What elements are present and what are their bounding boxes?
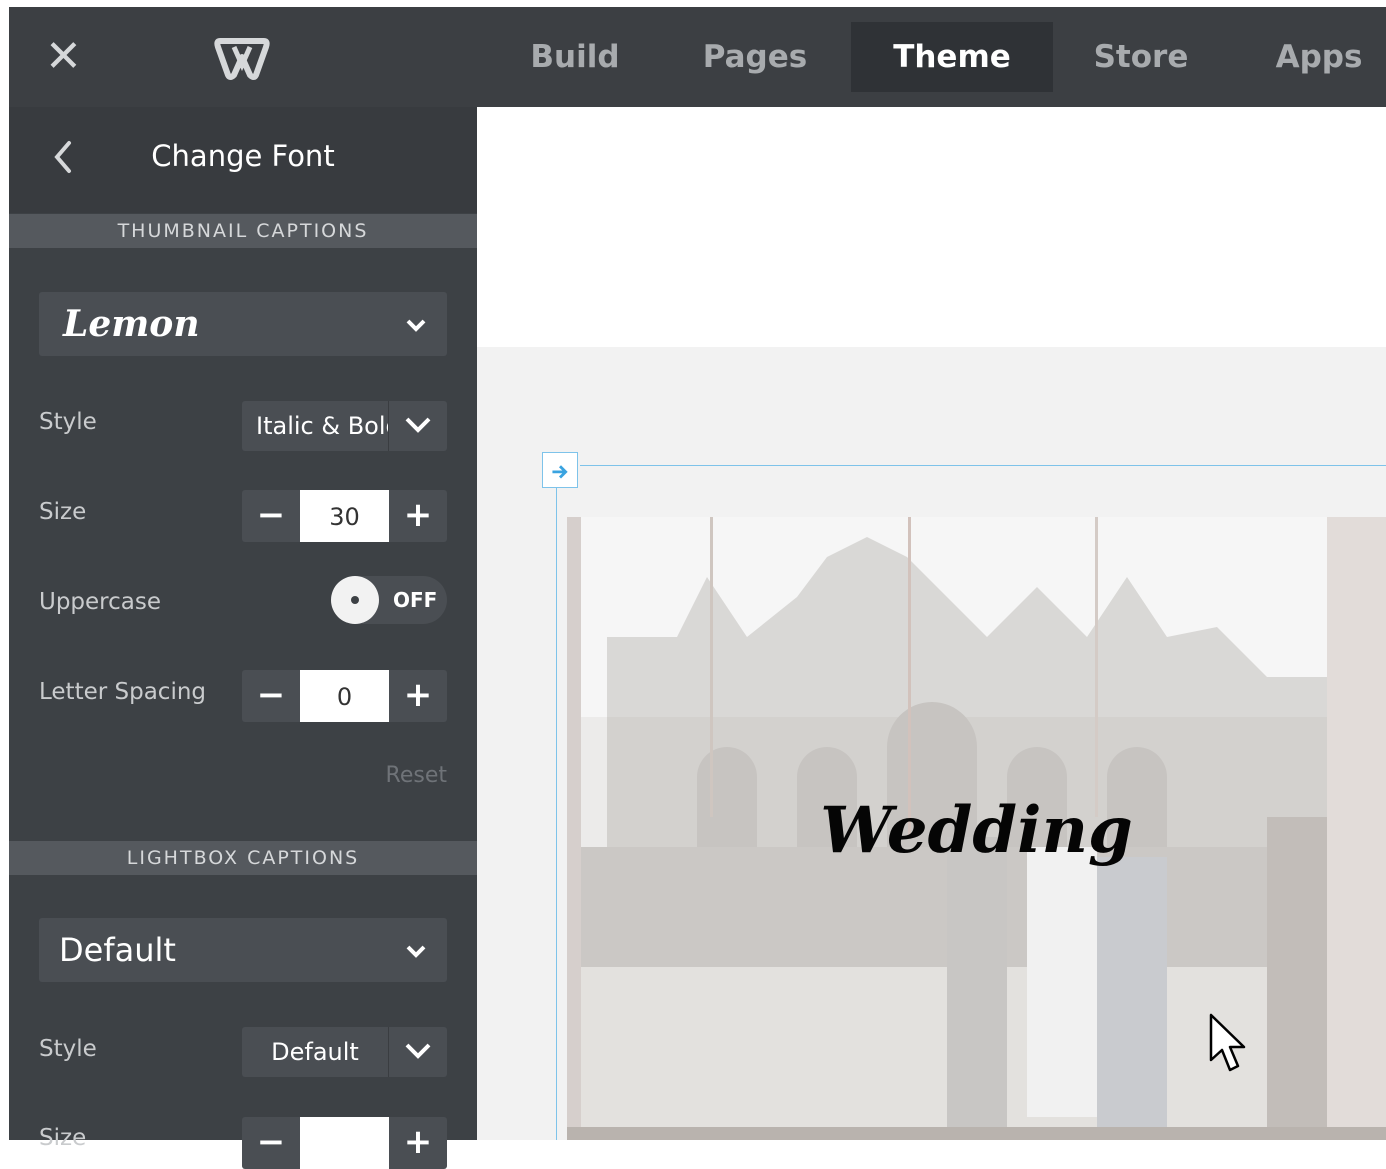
letter-spacing-input[interactable]: 0: [300, 670, 389, 722]
decrease-size-button[interactable]: −: [242, 490, 300, 542]
toggle-state: OFF: [393, 588, 438, 612]
mouse-cursor-icon: [1209, 1013, 1246, 1072]
size-input[interactable]: 30: [300, 490, 389, 542]
chevron-down-icon: [406, 945, 426, 958]
style-label: Style: [39, 409, 97, 435]
chevron-down-icon[interactable]: [388, 1027, 447, 1077]
font-select-value: Default: [59, 931, 176, 969]
top-navigation-bar: ✕ Build Pages Theme Store Apps: [9, 7, 1386, 107]
increase-size-button[interactable]: +: [389, 1117, 447, 1169]
increase-size-button[interactable]: +: [389, 490, 447, 542]
chevron-down-icon: [406, 319, 426, 332]
letter-spacing-stepper: − 0 +: [242, 670, 447, 722]
font-settings-sidebar: Change Font THUMBNAIL CAPTIONS Lemon Sty…: [9, 107, 477, 1169]
chevron-down-icon[interactable]: [388, 401, 447, 451]
lightbox-style-dropdown[interactable]: Default: [242, 1027, 447, 1077]
lightbox-size-stepper: − +: [242, 1117, 447, 1169]
decrease-spacing-button[interactable]: −: [242, 670, 300, 722]
selection-guide-vertical: [556, 488, 557, 1140]
main-tabs: Build Pages Theme Store Apps: [491, 7, 1386, 107]
lightbox-captions-section: LIGHTBOX CAPTIONS: [9, 841, 477, 875]
move-arrow-icon[interactable]: [542, 452, 578, 488]
decrease-size-button[interactable]: −: [242, 1117, 300, 1169]
gallery-thumbnail-image[interactable]: Wedding: [567, 517, 1386, 1140]
lightbox-size-label: Size: [39, 1125, 87, 1151]
tab-build[interactable]: Build: [491, 22, 659, 92]
page-header-area: [477, 107, 1386, 347]
thumbnail-font-select[interactable]: Lemon: [39, 292, 447, 356]
selection-guide-horizontal: [580, 465, 1386, 466]
thumbnail-captions-section: THUMBNAIL CAPTIONS: [9, 214, 477, 248]
size-stepper: − 30 +: [242, 490, 447, 542]
size-label: Size: [39, 499, 87, 525]
tab-store[interactable]: Store: [1053, 22, 1229, 92]
reset-link[interactable]: Reset: [386, 763, 447, 788]
lightbox-font-select[interactable]: Default: [39, 918, 447, 982]
style-value: Italic & Bold: [256, 412, 388, 440]
weebly-logo-icon[interactable]: [214, 33, 270, 83]
sidebar-header: Change Font: [9, 107, 477, 213]
font-select-value: Lemon: [63, 303, 200, 345]
letter-spacing-label: Letter Spacing: [39, 679, 207, 705]
lightbox-style-label: Style: [39, 1036, 97, 1062]
uppercase-toggle[interactable]: OFF: [331, 576, 447, 624]
close-icon[interactable]: ✕: [45, 35, 82, 79]
sidebar-title: Change Font: [151, 139, 335, 173]
tab-pages[interactable]: Pages: [659, 22, 851, 92]
lightbox-size-input[interactable]: [300, 1117, 389, 1169]
thumbnail-caption: Wedding: [820, 793, 1133, 868]
tab-apps[interactable]: Apps: [1229, 22, 1386, 92]
toggle-knob: [331, 576, 379, 624]
tab-theme[interactable]: Theme: [851, 22, 1053, 92]
uppercase-label: Uppercase: [39, 589, 162, 615]
thumbnail-style-dropdown[interactable]: Italic & Bold: [242, 401, 447, 451]
lightbox-style-value: Default: [271, 1038, 359, 1066]
increase-spacing-button[interactable]: +: [389, 670, 447, 722]
